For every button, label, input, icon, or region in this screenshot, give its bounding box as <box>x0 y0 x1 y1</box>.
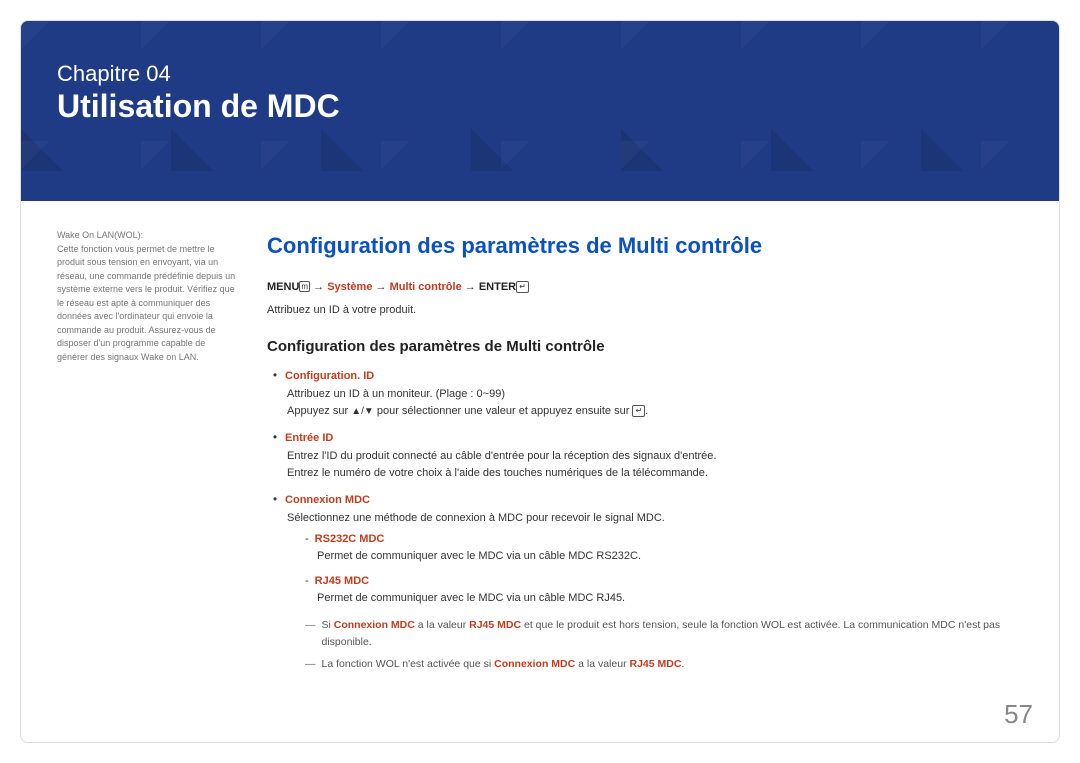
dash-icon: - <box>305 575 309 587</box>
item-entree-id: • Entrée ID Entrez l'ID du produit conne… <box>273 430 1023 482</box>
dash-icon: - <box>305 533 309 545</box>
bc-arrow3: → <box>465 281 476 293</box>
bc-arrow1: → <box>313 281 324 293</box>
main-column: Configuration des paramètres de Multi co… <box>267 229 1023 682</box>
bc-menu: MENU <box>267 281 299 293</box>
chapter-title: Utilisation de MDC <box>57 87 1023 125</box>
sub-rj45: -RJ45 MDC Permet de communiquer avec le … <box>305 573 1023 607</box>
item-config-id: • Configuration. ID Attribuez un ID à un… <box>273 368 1023 420</box>
up-down-icon: ▲/▼ <box>351 404 374 420</box>
note-dash-icon: ― <box>305 617 316 650</box>
enter-icon: ↵ <box>516 281 529 293</box>
t: La fonction WOL n'est activée que si <box>322 658 495 670</box>
sub-title: RS232C MDC <box>315 533 385 545</box>
item-connexion-mdc: • Connexion MDC Sélectionnez une méthode… <box>273 492 1023 672</box>
bc-enter: ENTER <box>479 281 516 293</box>
bullet-icon: • <box>273 492 277 510</box>
t: Si <box>322 619 334 631</box>
menu-breadcrumb: MENUm → Système → Multi contrôle → ENTER… <box>267 279 1023 296</box>
page-number: 57 <box>1004 699 1033 730</box>
line1: Entrez l'ID du produit connecté au câble… <box>287 448 1023 465</box>
line2: Entrez le numéro de votre choix à l'aide… <box>287 465 1023 482</box>
note-text: La fonction WOL n'est activée que si Con… <box>322 656 685 672</box>
item-body: Entrez l'ID du produit connecté au câble… <box>273 448 1023 482</box>
sub-title: RJ45 MDC <box>315 575 369 587</box>
attrib-line: Attribuez un ID à votre produit. <box>267 302 1023 319</box>
bc-systeme: Système <box>327 281 372 293</box>
config-list: • Configuration. ID Attribuez un ID à un… <box>267 368 1023 672</box>
note-2: ― La fonction WOL n'est activée que si C… <box>305 656 1023 672</box>
sub-list: -RS232C MDC Permet de communiquer avec l… <box>287 531 1023 607</box>
sub-body: Permet de communiquer avec le MDC via un… <box>305 548 1023 565</box>
item-title: Entrée ID <box>285 430 333 448</box>
content-area: Wake On LAN(WOL): Cette fonction vous pe… <box>21 201 1059 692</box>
line2-mid: pour sélectionner une valeur et appuyez … <box>374 405 633 417</box>
subheading: Configuration des paramètres de Multi co… <box>267 335 1023 358</box>
bullet-icon: • <box>273 368 277 386</box>
enter-icon: ↵ <box>632 405 645 417</box>
note-dash-icon: ― <box>305 656 316 672</box>
t: a la valeur <box>415 619 469 631</box>
t: Connexion MDC <box>334 619 415 631</box>
document-page: Chapitre 04 Utilisation de MDC Wake On L… <box>20 20 1060 743</box>
chapter-hero: Chapitre 04 Utilisation de MDC <box>21 21 1059 201</box>
line1: Attribuez un ID à un moniteur. (Plage : … <box>287 386 1023 403</box>
item-title: Connexion MDC <box>285 492 370 510</box>
sub-rs232c: -RS232C MDC Permet de communiquer avec l… <box>305 531 1023 565</box>
section-heading: Configuration des paramètres de Multi co… <box>267 229 1023 263</box>
bullet-icon: • <box>273 430 277 448</box>
line2: Appuyez sur ▲/▼ pour sélectionner une va… <box>287 403 1023 420</box>
line1: Sélectionnez une méthode de connexion à … <box>287 510 1023 527</box>
chapter-label: Chapitre 04 <box>57 61 1023 87</box>
item-title: Configuration. ID <box>285 368 374 386</box>
line2-post: . <box>645 405 648 417</box>
item-body: Attribuez un ID à un moniteur. (Plage : … <box>273 386 1023 420</box>
note-text: Si Connexion MDC a la valeur RJ45 MDC et… <box>322 617 1024 650</box>
menu-icon: m <box>299 281 310 292</box>
note-1: ― Si Connexion MDC a la valeur RJ45 MDC … <box>305 617 1023 650</box>
bc-multi: Multi contrôle <box>390 281 462 293</box>
t: Connexion MDC <box>494 658 575 670</box>
t: RJ45 MDC <box>629 658 681 670</box>
wol-title: Wake On LAN(WOL): <box>57 229 237 243</box>
t: RJ45 MDC <box>469 619 521 631</box>
t: a la valeur <box>575 658 629 670</box>
line2-pre: Appuyez sur <box>287 405 351 417</box>
notes-block: ― Si Connexion MDC a la valeur RJ45 MDC … <box>287 617 1023 672</box>
t: . <box>681 658 684 670</box>
wol-body: Cette fonction vous permet de mettre le … <box>57 243 237 365</box>
item-body: Sélectionnez une méthode de connexion à … <box>273 510 1023 672</box>
sidebar-note: Wake On LAN(WOL): Cette fonction vous pe… <box>57 229 237 682</box>
bc-arrow2: → <box>376 281 387 293</box>
sub-body: Permet de communiquer avec le MDC via un… <box>305 590 1023 607</box>
